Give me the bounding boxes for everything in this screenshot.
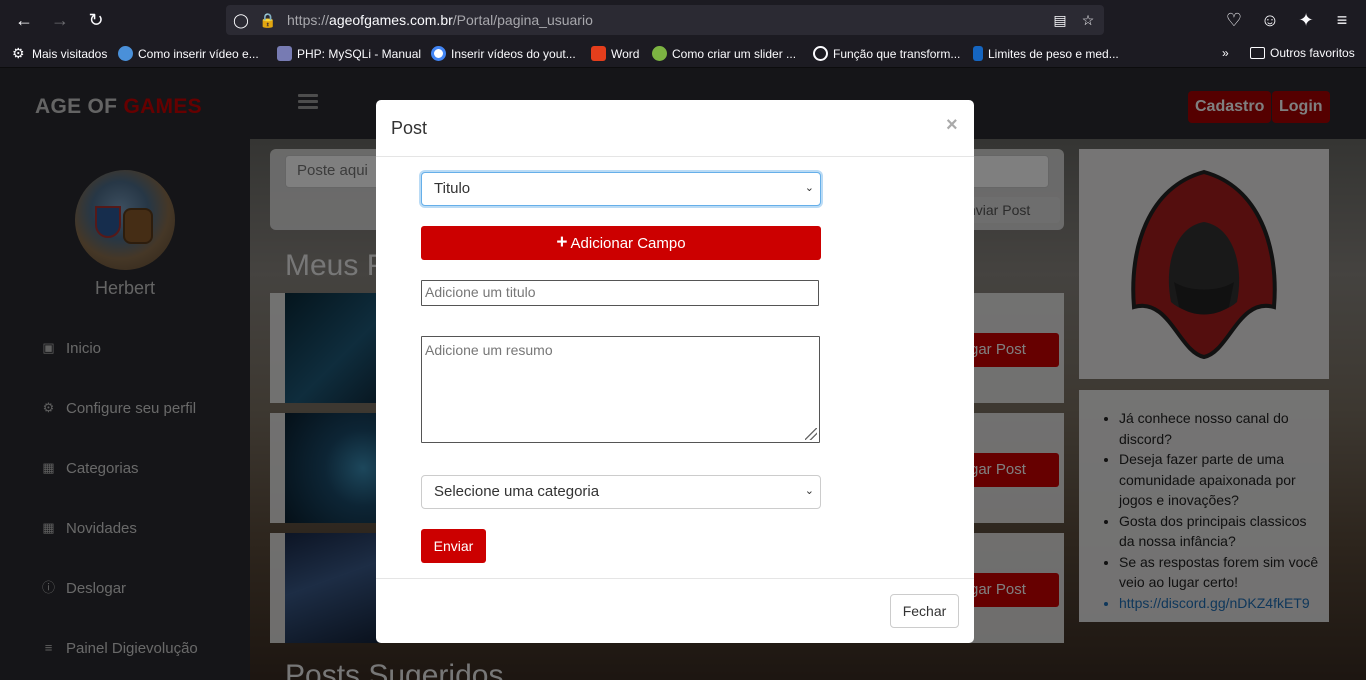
bookmark-item[interactable]: ⚙ Mais visitados [12, 46, 107, 61]
chevron-down-icon: ⌄ [804, 182, 814, 194]
lock-icon[interactable]: 🔒 [259, 11, 277, 29]
category-select[interactable]: Selecione uma categoria ⌄ [421, 475, 821, 509]
google-icon [431, 46, 446, 61]
url-text[interactable]: https://ageofgames.com.br/Portal/pagina_… [287, 12, 593, 28]
bookmark-item[interactable]: Como criar um slider ... [652, 46, 796, 61]
bookmark-star-icon[interactable]: ☆ [1079, 11, 1097, 29]
site-icon [973, 46, 983, 61]
menu-icon[interactable]: ≡ [1330, 8, 1354, 32]
account-icon[interactable]: ☺ [1258, 8, 1282, 32]
post-modal: Post × Titulo ⌄ + Adicionar Campo Adicion… [376, 100, 974, 643]
title-input[interactable]: Adicione um titulo [421, 280, 819, 306]
more-bookmarks-icon[interactable]: » [1222, 46, 1229, 60]
close-icon[interactable]: × [946, 114, 958, 137]
reader-view-icon[interactable]: ▤ [1051, 11, 1069, 29]
plus-icon: + [556, 232, 568, 253]
field-type-value: Titulo [434, 180, 471, 197]
chevron-down-icon: ⌄ [804, 485, 814, 497]
modal-footer: Fechar [376, 578, 974, 643]
add-field-label: Adicionar Campo [570, 235, 686, 252]
close-button[interactable]: Fechar [890, 594, 959, 628]
globe-icon [118, 46, 133, 61]
modal-title: Post [391, 118, 428, 138]
summary-textarea[interactable]: Adicione um resumo [421, 336, 820, 443]
pocket-icon[interactable]: ♡ [1222, 8, 1246, 32]
other-bookmarks-folder[interactable]: Outros favoritos [1250, 46, 1355, 60]
summary-placeholder: Adicione um resumo [425, 342, 553, 358]
reload-icon[interactable]: ↻ [84, 8, 108, 32]
bookmark-item[interactable]: Word [591, 46, 639, 61]
bookmark-item[interactable]: Função que transform... [813, 46, 960, 61]
extensions-icon[interactable]: ✦ [1294, 8, 1318, 32]
bookmark-item[interactable]: Limites de peso e med... [973, 46, 1119, 61]
bookmark-item[interactable]: Inserir vídeos do yout... [431, 46, 576, 61]
bookmark-item[interactable]: Como inserir vídeo e... [118, 46, 259, 61]
office-icon [591, 46, 606, 61]
folder-icon [1250, 47, 1265, 59]
gear-icon: ⚙ [12, 45, 25, 61]
back-arrow-icon[interactable]: ← [12, 8, 36, 32]
tracking-shield-icon[interactable]: ◯ [232, 11, 250, 29]
bookmarks-bar: ⚙ Mais visitados Como inserir vídeo e... … [0, 40, 1366, 68]
bookmark-item[interactable]: PHP: MySQLi - Manual [277, 46, 421, 61]
browser-toolbar: ← → ↻ ◯ 🔒 https://ageofgames.com.br/Port… [0, 0, 1366, 40]
category-value: Selecione uma categoria [434, 483, 600, 500]
field-type-select[interactable]: Titulo ⌄ [421, 172, 821, 206]
resize-handle-icon[interactable] [805, 428, 817, 440]
modal-header: Post × [376, 100, 974, 157]
submit-button[interactable]: Enviar [421, 529, 486, 563]
php-icon [277, 46, 292, 61]
url-bar[interactable]: ◯ 🔒 https://ageofgames.com.br/Portal/pag… [226, 5, 1104, 35]
site-icon [652, 46, 667, 61]
globe-icon [813, 46, 828, 61]
add-field-button[interactable]: + Adicionar Campo [421, 226, 821, 260]
forward-arrow-icon[interactable]: → [48, 8, 72, 32]
